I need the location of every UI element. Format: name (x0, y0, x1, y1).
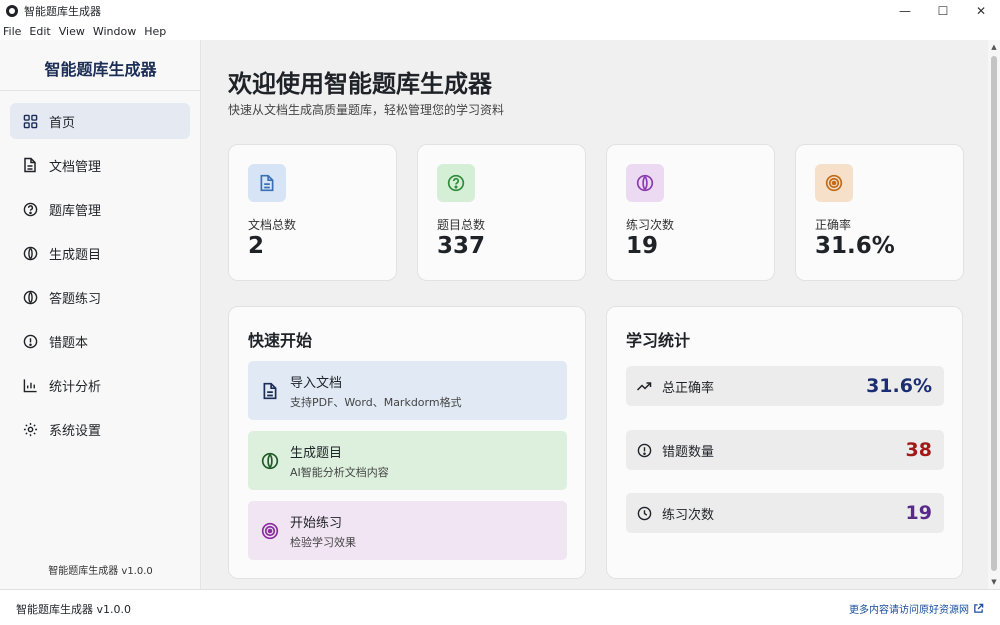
generate-questions-button[interactable]: 生成题目 AI智能分析文档内容 (248, 431, 567, 490)
scroll-down-arrow-icon[interactable]: ▼ (988, 575, 1000, 589)
sidebar-item-documents[interactable]: 文档管理 (10, 147, 190, 183)
status-version: 智能题库生成器 v1.0.0 (16, 603, 131, 616)
stat-card-accuracy: 正确率 31.6% (795, 144, 964, 281)
page-subtitle: 快速从文档生成高质量题库，轻松管理您的学习资料 (228, 103, 505, 117)
alert-circle-icon (636, 442, 652, 458)
stat-card-documents: 文档总数 2 (228, 144, 397, 281)
stat-value: 2 (248, 233, 265, 259)
alert-circle-icon (22, 333, 38, 349)
sidebar-item-mistakes[interactable]: 错题本 (10, 323, 190, 359)
gear-icon (22, 421, 38, 437)
trend-up-icon (636, 378, 652, 394)
clock-icon (636, 505, 652, 521)
sidebar-item-label: 题库管理 (49, 203, 102, 219)
stats-row-value: 19 (905, 502, 932, 524)
stat-label: 练习次数 (626, 218, 675, 232)
import-document-button[interactable]: 导入文档 支持PDF、Word、Markdorm格式 (248, 361, 567, 420)
quick-item-desc: 支持PDF、Word、Markdorm格式 (290, 395, 462, 409)
stat-card-practice: 练习次数 19 (606, 144, 775, 281)
sidebar-item-analytics[interactable]: 统计分析 (10, 367, 190, 403)
main-content: 欢迎使用智能题库生成器 快速从文档生成高质量题库，轻松管理您的学习资料 文档总数… (202, 40, 988, 589)
stats-row-value: 38 (905, 439, 932, 461)
quick-item-title: 生成题目 (290, 445, 343, 461)
stat-value: 19 (626, 233, 659, 259)
sidebar-item-label: 系统设置 (49, 423, 102, 439)
more-resources-label: 更多内容请访问原好资源网 (849, 605, 969, 616)
sidebar-version: 智能题库生成器 v1.0.0 (48, 566, 153, 577)
menu-edit[interactable]: Edit (29, 25, 50, 38)
bar-chart-icon (22, 377, 38, 393)
stat-value: 337 (437, 233, 486, 259)
stat-card-questions: 题目总数 337 (417, 144, 586, 281)
stats-row-practice: 练习次数 19 (626, 493, 944, 533)
scroll-up-arrow-icon[interactable]: ▲ (988, 40, 1000, 54)
close-button[interactable]: ✕ (962, 0, 1000, 22)
menu-view[interactable]: View (59, 25, 85, 38)
sidebar: 智能题库生成器 首页 文档管理 题库管理 生成题目 答题练习 错题本 统计分析 … (0, 40, 201, 589)
sidebar-item-question-bank[interactable]: 题库管理 (10, 191, 190, 227)
window-controls: — ☐ ✕ (886, 0, 1000, 22)
sidebar-item-generate[interactable]: 生成题目 (10, 235, 190, 271)
stat-label: 正确率 (815, 218, 852, 232)
learning-stats-title: 学习统计 (626, 331, 691, 350)
sidebar-item-label: 文档管理 (49, 159, 102, 175)
quick-item-title: 开始练习 (290, 515, 343, 531)
document-icon (260, 381, 280, 401)
document-icon (248, 164, 286, 202)
target-icon (260, 521, 280, 541)
sidebar-item-settings[interactable]: 系统设置 (10, 411, 190, 447)
title-bar: 智能题库生成器 — ☐ ✕ (0, 0, 1000, 22)
stats-row-mistakes: 错题数量 38 (626, 430, 944, 470)
question-circle-icon (437, 164, 475, 202)
quick-start-title: 快速开始 (248, 331, 313, 350)
sidebar-item-home[interactable]: 首页 (10, 103, 190, 139)
stat-value: 31.6% (815, 233, 895, 259)
quick-item-desc: 检验学习效果 (290, 535, 356, 549)
sidebar-nav: 首页 文档管理 题库管理 生成题目 答题练习 错题本 统计分析 系统设置 (10, 103, 190, 455)
leaf-icon (626, 164, 664, 202)
grid-icon (22, 113, 38, 129)
sidebar-item-label: 答题练习 (49, 291, 102, 307)
question-circle-icon (22, 201, 38, 217)
learning-stats-panel: 学习统计 总正确率 31.6% 错题数量 38 练习次数 19 (606, 306, 963, 579)
window-title: 智能题库生成器 (24, 5, 101, 18)
stats-row-label: 练习次数 (662, 507, 715, 523)
target-icon (815, 164, 853, 202)
scroll-thumb[interactable] (991, 56, 997, 571)
menu-help[interactable]: Hep (144, 25, 166, 38)
menu-file[interactable]: File (3, 25, 21, 38)
external-link-icon (974, 603, 984, 613)
quick-item-desc: AI智能分析文档内容 (290, 465, 389, 479)
sidebar-title: 智能题库生成器 (44, 60, 157, 79)
sidebar-item-practice[interactable]: 答题练习 (10, 279, 190, 315)
sidebar-item-label: 首页 (49, 115, 76, 131)
menu-window[interactable]: Window (93, 25, 136, 38)
vertical-scrollbar[interactable]: ▲ ▼ (988, 40, 1000, 589)
stat-label: 题目总数 (437, 218, 486, 232)
sidebar-item-label: 统计分析 (49, 379, 102, 395)
stats-row-label: 错题数量 (662, 444, 715, 460)
document-icon (22, 157, 38, 173)
sidebar-divider (0, 90, 201, 91)
stats-row-accuracy: 总正确率 31.6% (626, 366, 944, 406)
minimize-button[interactable]: — (886, 0, 924, 22)
stats-row-value: 31.6% (866, 375, 932, 397)
leaf-icon (22, 245, 38, 261)
page-title: 欢迎使用智能题库生成器 (228, 70, 492, 98)
status-bar: 智能题库生成器 v1.0.0 更多内容请访问原好资源网 (0, 589, 1000, 625)
leaf-icon (260, 451, 280, 471)
maximize-button[interactable]: ☐ (924, 0, 962, 22)
quick-item-title: 导入文档 (290, 375, 343, 391)
stats-row-label: 总正确率 (662, 380, 715, 396)
start-practice-button[interactable]: 开始练习 检验学习效果 (248, 501, 567, 560)
sidebar-item-label: 错题本 (49, 335, 89, 351)
app-logo-icon (6, 5, 18, 17)
quick-start-panel: 快速开始 导入文档 支持PDF、Word、Markdorm格式 生成题目 AI智… (228, 306, 586, 579)
more-resources-link[interactable]: 更多内容请访问原好资源网 (849, 601, 984, 616)
leaf-icon (22, 289, 38, 305)
stat-label: 文档总数 (248, 218, 297, 232)
sidebar-item-label: 生成题目 (49, 247, 102, 263)
menu-bar: File Edit View Window Hep (0, 22, 1000, 40)
